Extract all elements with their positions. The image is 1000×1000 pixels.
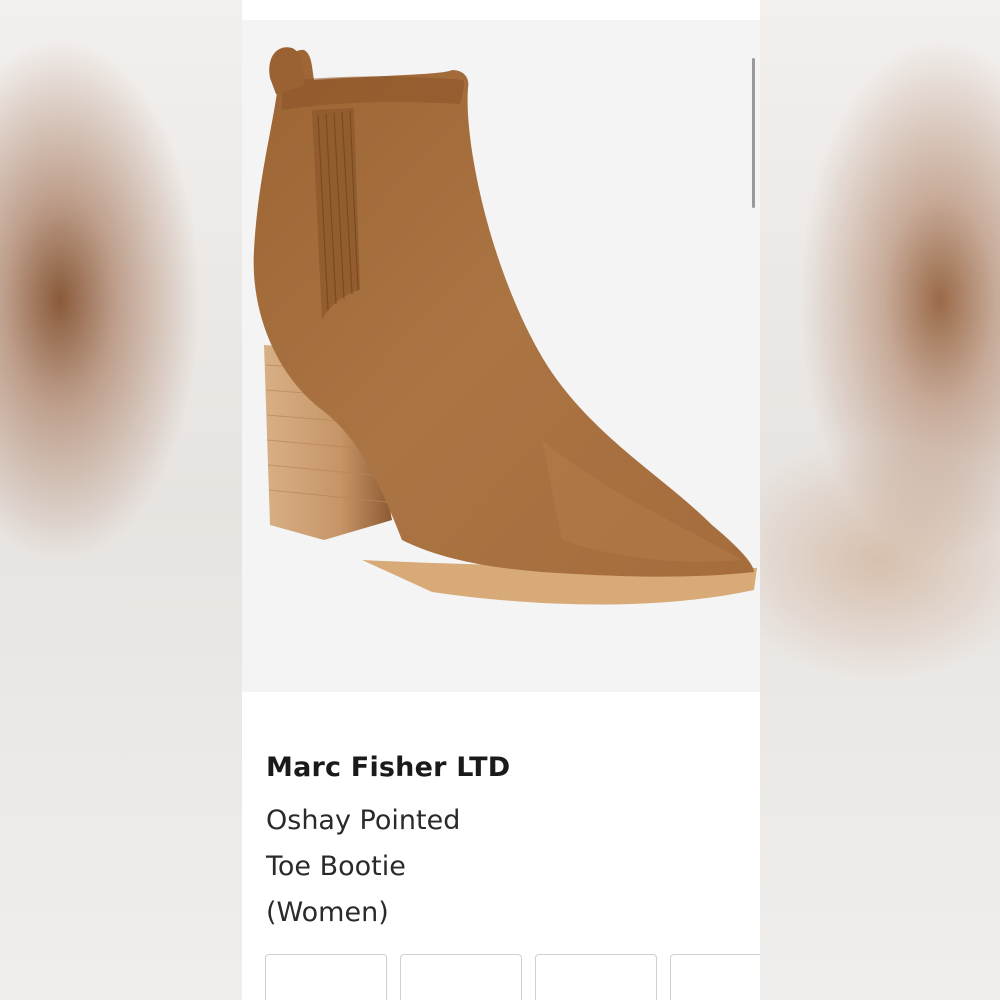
product-name: Oshay Pointed Toe Bootie (Women) — [266, 798, 566, 936]
brand-name: Marc Fisher LTD — [266, 752, 511, 783]
thumbnail-1[interactable] — [265, 954, 387, 1000]
thumbnail-3[interactable] — [535, 954, 657, 1000]
product-name-line: Oshay Pointed — [266, 805, 461, 836]
thumbnail-4[interactable] — [670, 954, 760, 1000]
product-screen: Marc Fisher LTD Oshay Pointed Toe Bootie… — [242, 0, 760, 1000]
product-name-line: (Women) — [266, 897, 389, 928]
scrollbar[interactable] — [752, 58, 755, 208]
product-image[interactable] — [242, 20, 760, 692]
thumbnail-2[interactable] — [400, 954, 522, 1000]
product-name-line: Toe Bootie — [266, 851, 406, 882]
ankle-boot-image — [253, 47, 757, 605]
